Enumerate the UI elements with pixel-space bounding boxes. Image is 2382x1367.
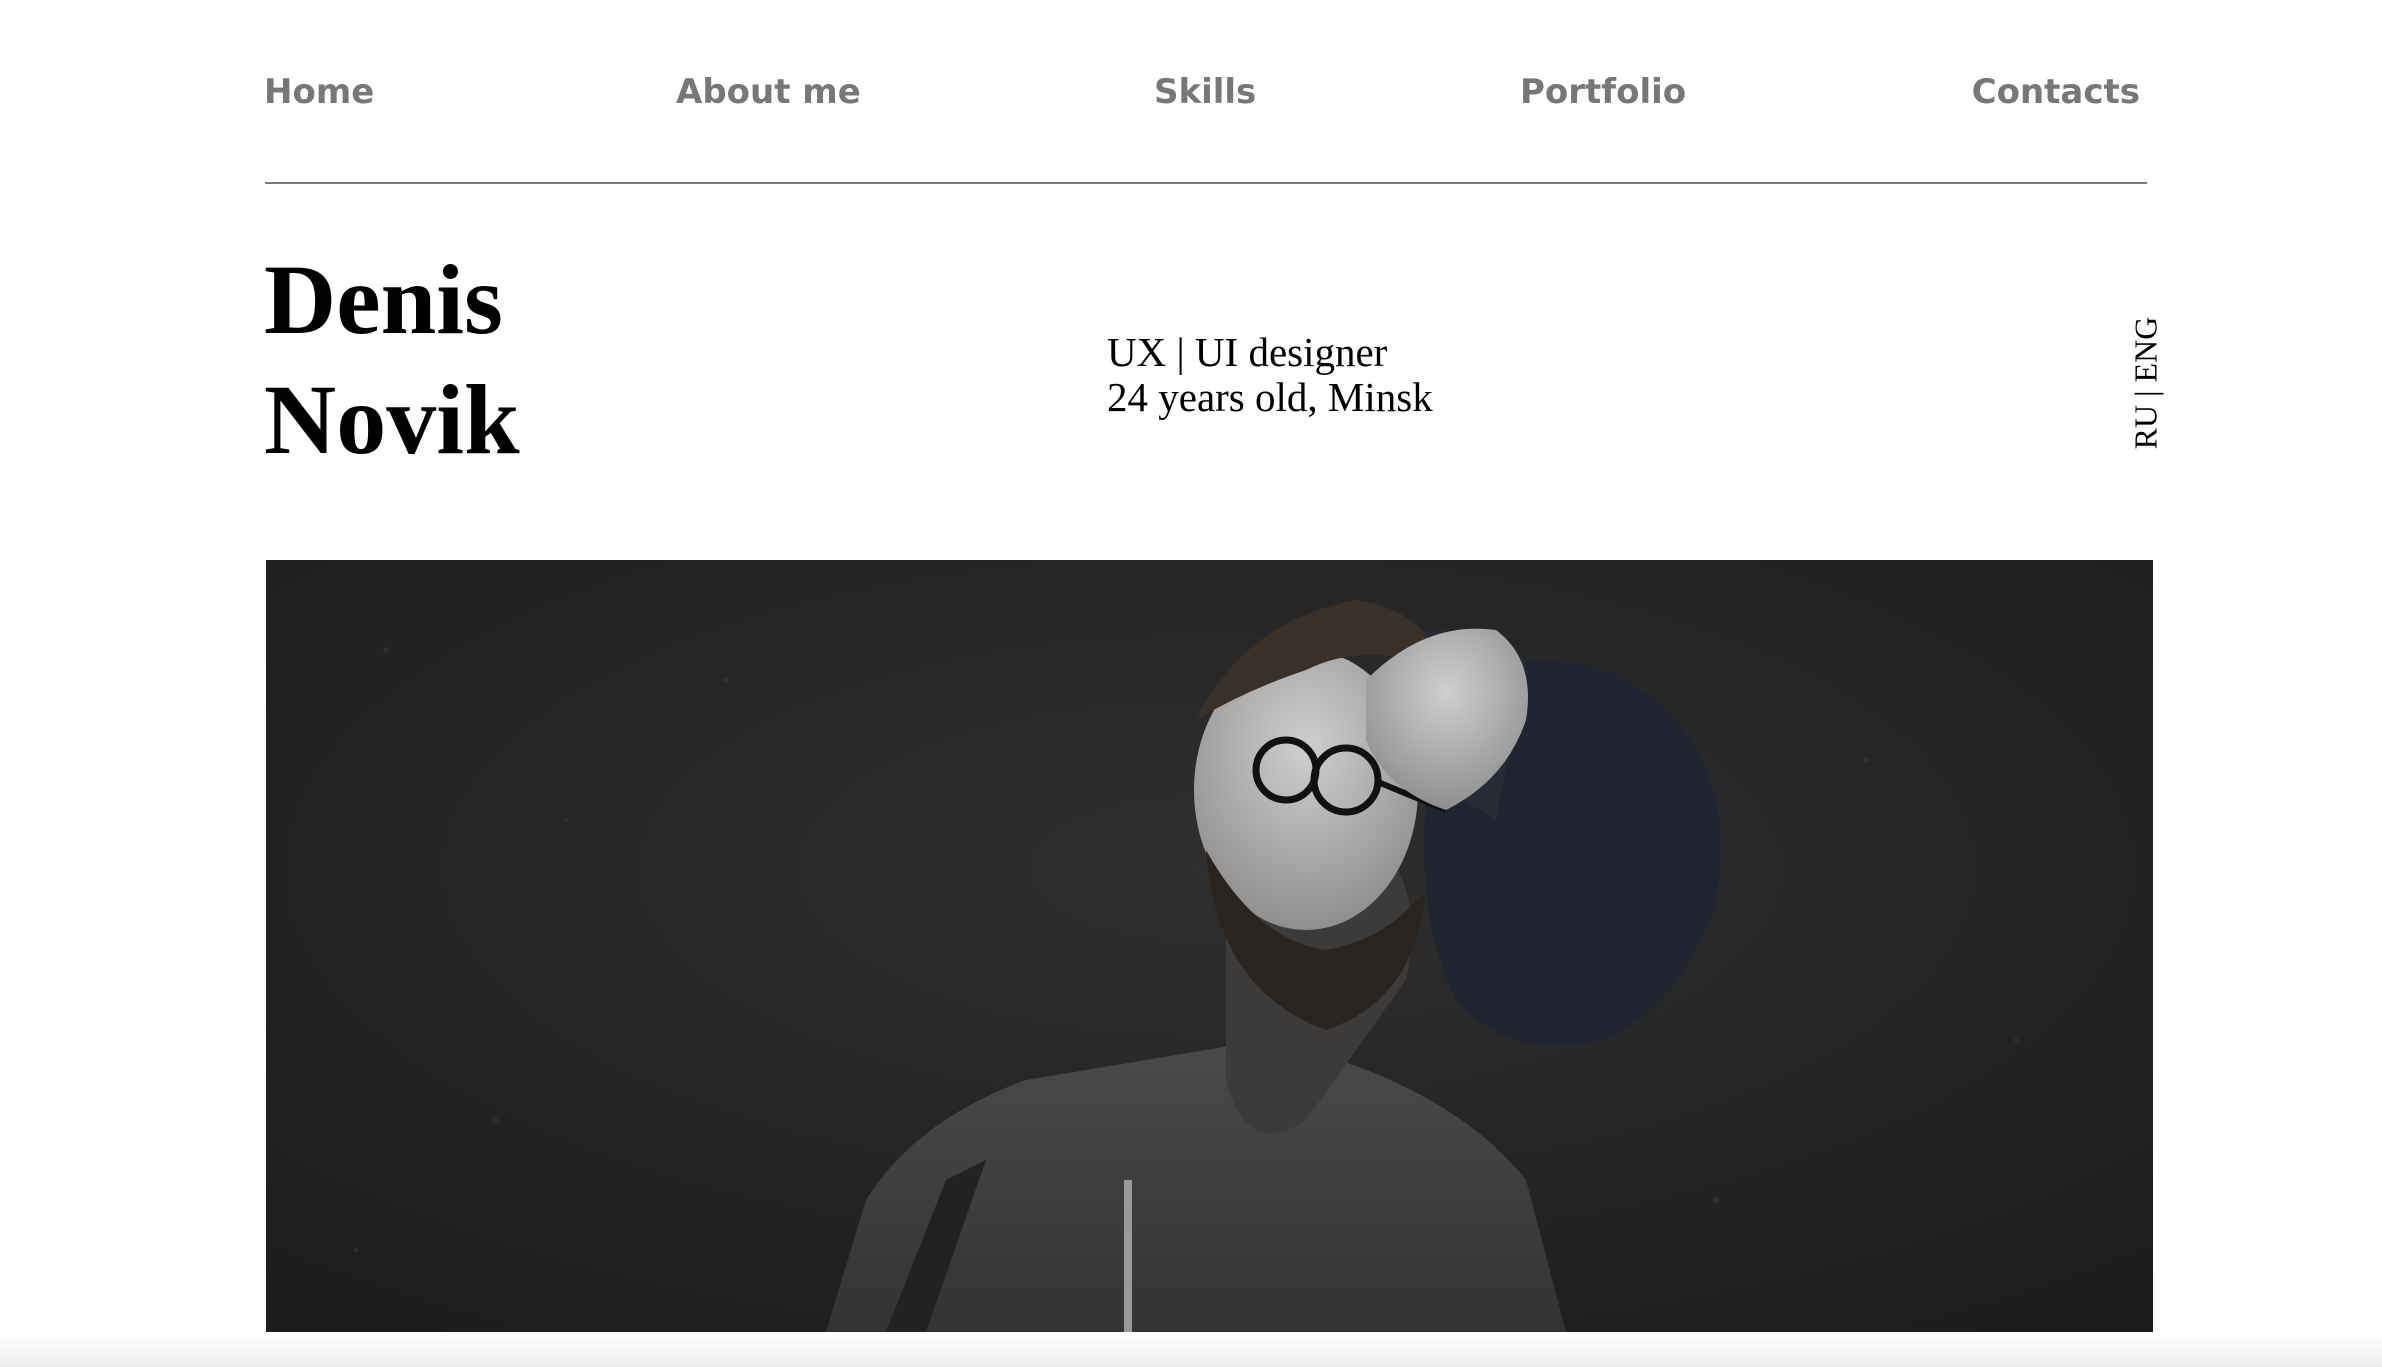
portrait-photo-illustration — [266, 560, 2153, 1332]
browser-bottom-edge — [0, 1334, 2382, 1367]
hero-last-name: Novik — [264, 364, 520, 475]
hero-info: UX | UI designer 24 years old, Minsk — [1107, 330, 1433, 420]
nav-portfolio[interactable]: Portfolio — [1520, 60, 1686, 124]
hero-details: 24 years old, Minsk — [1107, 374, 1433, 420]
language-switch-label[interactable]: RU | ENG — [2128, 317, 2165, 450]
nav-about-me[interactable]: About me — [676, 60, 861, 124]
hero-role: UX | UI designer — [1107, 329, 1388, 375]
hero-name: Denis Novik — [264, 240, 520, 480]
nav-contacts[interactable]: Contacts — [1972, 60, 2140, 124]
main-nav: Home About me Skills Portfolio Contacts — [264, 60, 2140, 124]
nav-divider — [265, 182, 2147, 184]
nav-home[interactable]: Home — [264, 60, 374, 124]
language-switch[interactable]: RU | ENG — [2128, 313, 2165, 453]
portrait-photo — [266, 560, 2153, 1332]
nav-skills[interactable]: Skills — [1154, 60, 1256, 124]
hero-first-name: Denis — [264, 244, 503, 355]
